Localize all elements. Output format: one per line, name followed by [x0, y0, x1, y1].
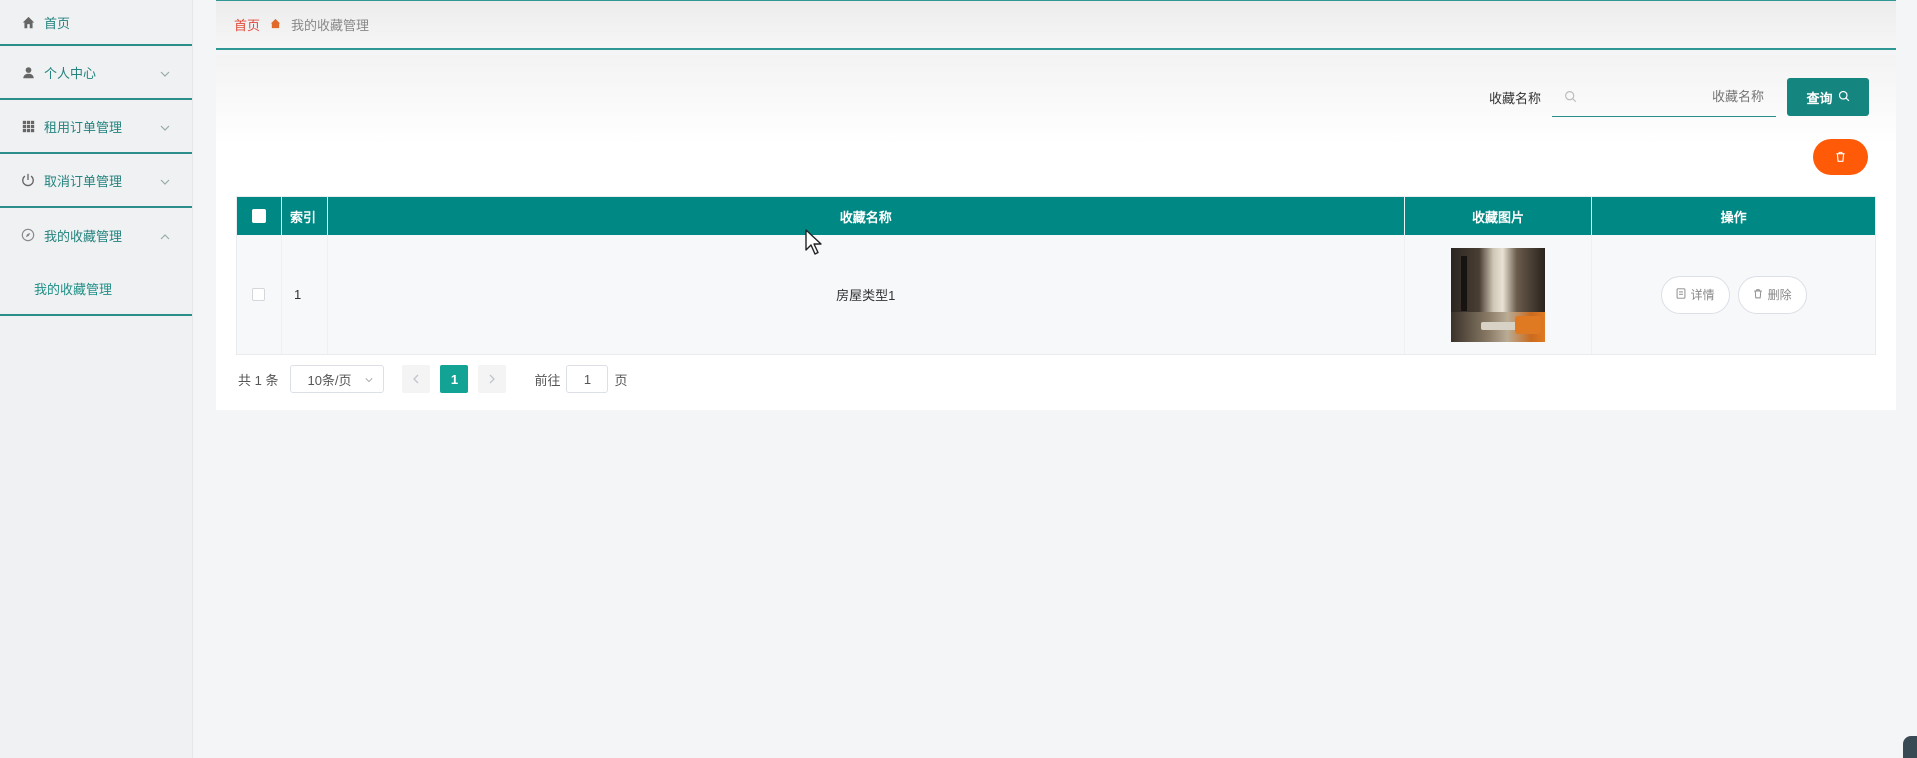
- delete-button-label: 删除: [1767, 288, 1792, 302]
- pagination: 共 1 条 10条/页 1 前往 1 页: [238, 365, 628, 393]
- chevron-down-icon: [160, 175, 170, 185]
- favorite-thumbnail[interactable]: [1450, 247, 1545, 342]
- sidebar-item-home[interactable]: 首页: [0, 0, 192, 46]
- home-icon: [20, 14, 36, 30]
- sidebar-item-label: 取消订单管理: [44, 173, 123, 189]
- header-ops: 操作: [1720, 209, 1747, 225]
- chevron-down-icon: [160, 121, 170, 131]
- chevron-right-icon: [490, 374, 496, 384]
- mouse-cursor-icon: [804, 228, 824, 256]
- batch-delete-button[interactable]: [1813, 139, 1868, 175]
- search-field: [1552, 77, 1776, 117]
- detail-button-label: 详情: [1690, 288, 1715, 302]
- prev-page-button[interactable]: [402, 365, 431, 393]
- sidebar-item-cancel-orders[interactable]: 取消订单管理: [0, 154, 192, 208]
- submenu-item-favorites[interactable]: 我的收藏管理: [0, 262, 192, 314]
- goto-label: 前往: [534, 372, 561, 388]
- query-button[interactable]: 查询: [1787, 78, 1869, 116]
- page-number-current[interactable]: 1: [440, 365, 469, 393]
- select-all-checkbox[interactable]: [251, 209, 266, 223]
- search-label: 收藏名称: [1489, 91, 1542, 106]
- search-input[interactable]: [1578, 89, 1764, 104]
- row-checkbox[interactable]: [252, 288, 266, 301]
- header-name: 收藏名称: [328, 197, 1405, 235]
- favorites-submenu: 我的收藏管理: [0, 262, 192, 316]
- thumbnail-lamp: [1460, 255, 1467, 311]
- favorites-table: 索引 收藏名称 收藏图片 操作 1 房屋类型1 详情 删除: [236, 196, 1876, 355]
- header-index: 索引: [282, 197, 328, 235]
- chevron-down-icon: [365, 372, 374, 387]
- row-image-cell: [1405, 235, 1593, 354]
- sidebar-item-personal-center[interactable]: 个人中心: [0, 46, 192, 100]
- row-name: 房屋类型1: [328, 235, 1405, 354]
- main-panel: 收藏名称 查询 索引 收藏名称 收藏图片 操作: [216, 55, 1896, 410]
- pagination-total: 共 1 条: [238, 372, 279, 388]
- detail-button[interactable]: 详情: [1660, 275, 1730, 314]
- goto-page-input[interactable]: 1: [566, 365, 609, 393]
- trash-icon: [1753, 288, 1763, 302]
- header-select-all-cell: [237, 197, 282, 235]
- row-index: 1: [282, 235, 328, 354]
- corner-widget: [1903, 736, 1917, 758]
- sidebar-item-label: 首页: [44, 15, 71, 31]
- header-image: 收藏图片: [1405, 197, 1593, 235]
- sidebar-item-favorites[interactable]: 我的收藏管理: [0, 208, 192, 262]
- row-ops-cell: 详情 删除: [1592, 235, 1875, 354]
- trash-icon: [1835, 150, 1846, 165]
- power-icon: [20, 172, 36, 188]
- chevron-down-icon: [160, 67, 170, 77]
- breadcrumb-home-link[interactable]: 首页: [234, 15, 260, 34]
- sidebar-item-label: 个人中心: [44, 65, 97, 81]
- thumbnail-table: [1480, 321, 1517, 330]
- search-icon: [1564, 90, 1578, 104]
- document-icon: [1676, 287, 1686, 302]
- sidebar-item-label: 我的收藏管理: [44, 228, 123, 244]
- table-row: 1 房屋类型1 详情 删除: [237, 235, 1875, 354]
- thumbnail-sofa: [1514, 315, 1541, 334]
- delete-button[interactable]: 删除: [1737, 275, 1807, 314]
- breadcrumb: 首页 我的收藏管理: [216, 0, 1896, 50]
- breadcrumb-current: 我的收藏管理: [291, 18, 370, 33]
- page-size-value: 10条/页: [307, 372, 352, 388]
- grid-icon: [20, 118, 36, 134]
- goto-suffix: 页: [614, 372, 628, 388]
- page-size-select[interactable]: 10条/页: [290, 365, 385, 393]
- chevron-left-icon: [413, 374, 419, 384]
- compass-icon: [20, 227, 36, 243]
- row-select-cell: [237, 235, 282, 354]
- table-header: 索引 收藏名称 收藏图片 操作: [237, 197, 1875, 235]
- breadcrumb-separator-icon: [270, 18, 281, 32]
- sidebar: 首页 个人中心 租用订单管理 取消订单管理 我的收藏管理 我的收藏管理: [0, 0, 193, 758]
- search-icon: [1838, 90, 1850, 105]
- submenu-item-label: 我的收藏管理: [34, 281, 113, 297]
- sidebar-item-label: 租用订单管理: [44, 119, 123, 135]
- chevron-up-icon: [160, 230, 170, 240]
- sidebar-item-rental-orders[interactable]: 租用订单管理: [0, 100, 192, 154]
- user-icon: [20, 64, 36, 80]
- next-page-button[interactable]: [478, 365, 507, 393]
- query-button-label: 查询: [1806, 90, 1833, 106]
